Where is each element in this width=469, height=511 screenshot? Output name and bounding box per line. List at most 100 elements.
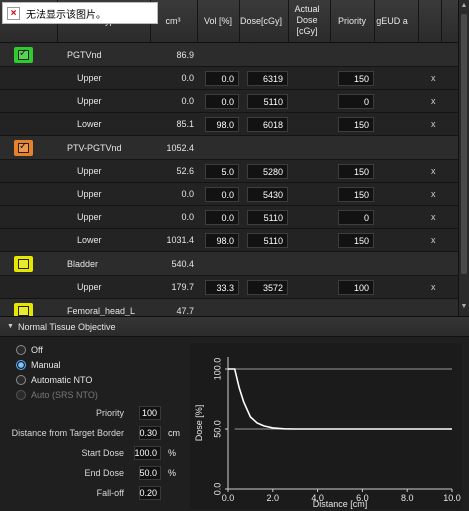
structure-row[interactable]: ✓ PGTVnd 86.9 <box>0 43 458 67</box>
objective-row[interactable]: Lower 85.1 98.0 6018 150 x <box>0 113 458 136</box>
structure-visibility-checkbox[interactable]: ✓ <box>14 140 33 156</box>
objective-volume-input[interactable]: 33.3 <box>205 280 239 295</box>
broken-image-icon: × <box>7 6 20 20</box>
objective-cm3: 0.0 <box>181 189 194 199</box>
remove-objective-button[interactable]: x <box>431 206 436 228</box>
objective-type: Upper <box>77 166 102 176</box>
objective-priority-input[interactable]: 100 <box>338 280 374 295</box>
y-axis-label: Dose [%] <box>194 405 204 442</box>
objective-cm3: 0.0 <box>181 96 194 106</box>
structure-visibility-checkbox[interactable] <box>14 303 33 316</box>
nto-start-dose-input[interactable]: 100.0 <box>134 446 161 460</box>
objective-priority-input[interactable]: 150 <box>338 164 374 179</box>
remove-objective-button[interactable]: x <box>431 276 436 298</box>
scroll-up-arrow-icon[interactable]: ▲ <box>459 1 469 11</box>
objective-dose-input[interactable]: 5110 <box>247 94 288 109</box>
structure-row[interactable]: Femoral_head_L 47.7 <box>0 299 458 316</box>
objective-row[interactable]: Upper 179.7 33.3 3572 100 x <box>0 276 458 299</box>
remove-objective-button[interactable]: x <box>431 160 436 182</box>
radio-icon <box>16 345 26 355</box>
nto-distance-unit: cm <box>168 428 180 438</box>
objective-cm3: 52.6 <box>176 166 194 176</box>
objective-priority-input[interactable]: 0 <box>338 210 374 225</box>
structure-volume: 47.7 <box>176 305 194 316</box>
header-geud[interactable]: gEUD a <box>374 16 410 27</box>
header-actual-dose[interactable]: Actual Dose [cGy] <box>290 4 324 37</box>
nto-mode-off-radio[interactable]: Off <box>16 345 43 355</box>
collapse-arrow-icon[interactable]: ▼ <box>7 323 14 330</box>
structure-volume: 86.9 <box>176 49 194 60</box>
structure-visibility-checkbox[interactable] <box>14 256 33 272</box>
objective-priority-input[interactable]: 150 <box>338 187 374 202</box>
nto-mode-label: Auto (SRS NTO) <box>31 390 98 400</box>
objective-row[interactable]: Upper 0.0 0.0 5110 0 x <box>0 90 458 113</box>
nto-end-dose-input[interactable]: 50.0 <box>139 466 161 480</box>
radio-icon <box>16 375 26 385</box>
remove-objective-button[interactable]: x <box>431 183 436 205</box>
broken-image-text: 无法显示该图片。 <box>26 9 106 21</box>
header-vol[interactable]: Vol [%] <box>200 16 236 27</box>
objective-volume-input[interactable]: 98.0 <box>205 233 239 248</box>
remove-objective-button[interactable]: x <box>431 67 436 89</box>
objective-dose-input[interactable]: 5110 <box>247 210 288 225</box>
objective-cm3: 1031.4 <box>166 235 194 245</box>
objective-type: Lower <box>77 119 102 129</box>
objective-row[interactable]: Upper 0.0 0.0 5430 150 x <box>0 183 458 206</box>
objective-priority-input[interactable]: 0 <box>338 94 374 109</box>
objective-cm3: 85.1 <box>176 119 194 129</box>
remove-objective-button[interactable]: x <box>431 229 436 251</box>
objective-cm3: 0.0 <box>181 73 194 83</box>
nto-panel-header[interactable]: ▼ Normal Tissue Objective <box>0 317 469 337</box>
optimization-objectives-table: ID/Type cm³ Vol [%] Dose[cGy] Actual Dos… <box>0 0 469 316</box>
scroll-down-arrow-icon[interactable]: ▼ <box>459 302 469 312</box>
objective-dose-input[interactable]: 3572 <box>247 280 288 295</box>
header-cm3[interactable]: cm³ <box>160 16 186 27</box>
nto-mode-manual-radio[interactable]: Manual <box>16 360 61 370</box>
objective-row[interactable]: Lower 1031.4 98.0 5110 150 x <box>0 229 458 252</box>
header-dose[interactable]: Dose[cGy] <box>238 16 284 27</box>
nto-mode-automatic-radio[interactable]: Automatic NTO <box>16 375 92 385</box>
objective-priority-input[interactable]: 150 <box>338 71 374 86</box>
objective-type: Upper <box>77 212 102 222</box>
structure-row[interactable]: Bladder 540.4 <box>0 252 458 276</box>
nto-dose-falloff-chart: 0.0 2.0 4.0 6.0 8.0 10.00.050.0100.0Distance … <box>190 343 462 509</box>
objective-dose-input[interactable]: 6018 <box>247 117 288 132</box>
table-scrollbar[interactable]: ▲ ▼ <box>458 0 469 316</box>
objective-volume-input[interactable]: 0.0 <box>205 187 239 202</box>
objective-dose-input[interactable]: 5280 <box>247 164 288 179</box>
objective-cm3: 179.7 <box>171 282 194 292</box>
y-tick-label: 0.0 <box>212 483 222 496</box>
objective-row[interactable]: Upper 0.0 0.0 5110 0 x <box>0 206 458 229</box>
structure-visibility-checkbox[interactable]: ✓ <box>14 47 33 63</box>
objective-dose-input[interactable]: 5430 <box>247 187 288 202</box>
objective-volume-input[interactable]: 0.0 <box>205 210 239 225</box>
y-tick-label: 50.0 <box>212 420 222 438</box>
objective-row[interactable]: Upper 0.0 0.0 6319 150 x <box>0 67 458 90</box>
nto-distance-label: Distance from Target Border <box>11 428 124 438</box>
structure-row[interactable]: ✓ PTV-PGTVnd 1052.4 <box>0 136 458 160</box>
nto-falloff-input[interactable]: 0.20 <box>139 486 161 500</box>
header-priority[interactable]: Priority <box>333 16 371 27</box>
objective-cm3: 0.0 <box>181 212 194 222</box>
structure-volume: 1052.4 <box>166 142 194 153</box>
check-icon: ✓ <box>19 48 28 59</box>
objective-priority-input[interactable]: 150 <box>338 117 374 132</box>
x-tick-label: 0.0 <box>222 493 235 503</box>
objective-dose-input[interactable]: 5110 <box>247 233 288 248</box>
nto-priority-input[interactable]: 100 <box>139 406 161 420</box>
nto-distance-input[interactable]: 0.30 <box>139 426 161 440</box>
nto-mode-label: Off <box>31 345 43 355</box>
objective-volume-input[interactable]: 0.0 <box>205 71 239 86</box>
objective-volume-input[interactable]: 5.0 <box>205 164 239 179</box>
objective-volume-input[interactable]: 98.0 <box>205 117 239 132</box>
objective-priority-input[interactable]: 150 <box>338 233 374 248</box>
remove-objective-button[interactable]: x <box>431 113 436 135</box>
remove-objective-button[interactable]: x <box>431 90 436 112</box>
objective-dose-input[interactable]: 6319 <box>247 71 288 86</box>
nto-end-dose-unit: % <box>168 468 177 478</box>
y-tick-label: 100.0 <box>212 358 222 381</box>
objective-row[interactable]: Upper 52.6 5.0 5280 150 x <box>0 160 458 183</box>
scroll-thumb[interactable] <box>461 14 467 274</box>
objective-volume-input[interactable]: 0.0 <box>205 94 239 109</box>
check-icon: ✓ <box>19 141 28 152</box>
